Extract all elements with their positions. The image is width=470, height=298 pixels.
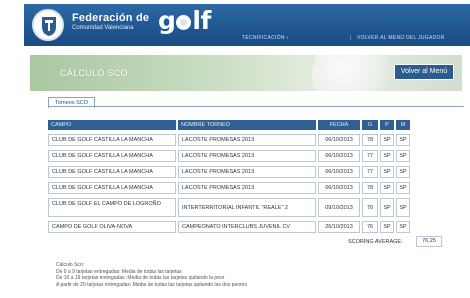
column-header-p: P bbox=[380, 120, 396, 130]
note-line: De 10 a 19 tarjetas entregadas: Media de… bbox=[56, 275, 225, 281]
cell-fecha: 06/10/2013 bbox=[318, 182, 360, 194]
cell-campo: CLUB DE GOLF CASTILLA LA MANCHA bbox=[48, 182, 176, 194]
table-row: CLUB DE GOLF CASTILLA LA MANCHA LACOSTE … bbox=[48, 150, 412, 162]
cell-fecha: 26/10/2013 bbox=[318, 221, 360, 233]
table-row: CLUB DE GOLF CASTILLA LA MANCHA LACOSTE … bbox=[48, 134, 412, 146]
cell-torneo: CAMPEONATO INTERCLUBS JUVENIL CV bbox=[178, 221, 316, 233]
cell-campo: CLUB DE GOLF CASTILLA LA MANCHA bbox=[48, 150, 176, 162]
column-header-campo: CAMPO bbox=[48, 120, 178, 130]
site-header: Federación de Comunidad Valenciana g lf T… bbox=[24, 4, 470, 46]
page-title: CÁLCULO SCO bbox=[60, 68, 128, 78]
golf-ball-icon bbox=[176, 15, 192, 30]
cell-m: SP bbox=[396, 150, 410, 162]
table-row: CLUB DE GOLF EL CAMPO DE LOGROÑO INTERTE… bbox=[48, 198, 412, 217]
cell-campo: CLUB DE GOLF CASTILLA LA MANCHA bbox=[48, 166, 176, 178]
tab-divider bbox=[48, 106, 464, 107]
cell-torneo: INTERTERRITORIAL INFANTIL "REALE" 2 bbox=[178, 198, 316, 217]
table-header-row: CAMPO NOMBRE TORNEO FECHA G P M bbox=[48, 120, 412, 130]
cell-m: SP bbox=[396, 134, 410, 146]
cell-torneo: LACOSTE PROMESAS 2013 bbox=[178, 150, 316, 162]
cell-torneo: LACOSTE PROMESAS 2013 bbox=[178, 166, 316, 178]
cell-m: SP bbox=[396, 166, 410, 178]
back-to-menu-button[interactable]: Volver al Menú bbox=[394, 64, 454, 80]
note-line: A partir de 20 tarjetas entregadas: Medi… bbox=[56, 281, 247, 288]
table-row: CAMPO DE GOLF OLIVA-NOVA CAMPEONATO INTE… bbox=[48, 221, 412, 233]
table-row: CLUB DE GOLF CASTILLA LA MANCHA LACOSTE … bbox=[48, 182, 412, 194]
cell-p: SP bbox=[380, 150, 394, 162]
cell-m: SP bbox=[396, 198, 410, 217]
cell-torneo: LACOSTE PROMESAS 2013 bbox=[178, 182, 316, 194]
scoring-average-value: 76,25 bbox=[416, 236, 442, 247]
cell-m: SP bbox=[396, 182, 410, 194]
cell-m: SP bbox=[396, 221, 410, 233]
brand-name: Federación de bbox=[72, 12, 150, 24]
cell-p: SP bbox=[380, 182, 394, 194]
column-header-g: G bbox=[362, 120, 380, 130]
cell-g: 77 bbox=[362, 150, 378, 162]
federation-logo-icon[interactable] bbox=[32, 9, 64, 41]
brand-block: Federación de Comunidad Valenciana bbox=[72, 12, 149, 31]
cell-fecha: 06/10/2013 bbox=[318, 134, 360, 146]
cell-g: 77 bbox=[362, 166, 378, 178]
golf-logo: g lf bbox=[158, 6, 211, 35]
scoring-average-label: SCORING AVERAGE: bbox=[348, 239, 403, 245]
cell-g: 76 bbox=[362, 221, 378, 233]
table-row: CLUB DE GOLF CASTILLA LA MANCHA LACOSTE … bbox=[48, 166, 412, 178]
cell-p: SP bbox=[380, 198, 394, 217]
cell-p: SP bbox=[380, 166, 394, 178]
tournaments-table: CAMPO NOMBRE TORNEO FECHA G P M CLUB DE … bbox=[48, 116, 412, 237]
cell-fecha: 06/10/2013 bbox=[318, 166, 360, 178]
column-header-torneo: NOMBRE TORNEO bbox=[178, 120, 318, 130]
nav-tecnificacion-link[interactable]: TECNIFICACIÓN › bbox=[242, 35, 288, 41]
column-header-fecha: FECHA bbox=[318, 120, 362, 130]
cell-g: 78 bbox=[362, 134, 378, 146]
golf-logo-post: lf bbox=[192, 6, 211, 35]
brand-subtitle: Comunidad Valenciana bbox=[72, 25, 134, 31]
golf-ball-decoration bbox=[312, 55, 392, 91]
cell-fecha: 06/10/2013 bbox=[318, 150, 360, 162]
cell-p: SP bbox=[380, 134, 394, 146]
sco-calculation-notes: Cálculo Sco: De 0 a 9 tarjetas entregada… bbox=[56, 262, 247, 288]
golf-logo-pre: g bbox=[158, 6, 176, 35]
section-banner: CÁLCULO SCO Volver al Menú bbox=[30, 55, 462, 91]
cell-torneo: LACOSTE PROMESAS 2013 bbox=[178, 134, 316, 146]
page-frame: Federación de Comunidad Valenciana g lf T… bbox=[24, 4, 470, 294]
cell-g: 70 bbox=[362, 198, 378, 217]
cell-fecha: 09/10/2013 bbox=[318, 198, 360, 217]
cell-campo: CAMPO DE GOLF OLIVA-NOVA bbox=[48, 221, 176, 233]
column-header-m: M bbox=[396, 120, 412, 130]
cell-g: 78 bbox=[362, 182, 378, 194]
cell-p: SP bbox=[380, 221, 394, 233]
cell-campo: CLUB DE GOLF EL CAMPO DE LOGROÑO bbox=[48, 198, 176, 217]
cell-campo: CLUB DE GOLF CASTILLA LA MANCHA bbox=[48, 134, 176, 146]
nav-back-to-player-menu-link[interactable]: VOLVER AL MENÚ DEL JUGADOR bbox=[357, 35, 445, 41]
nav-separator: | bbox=[350, 35, 352, 41]
